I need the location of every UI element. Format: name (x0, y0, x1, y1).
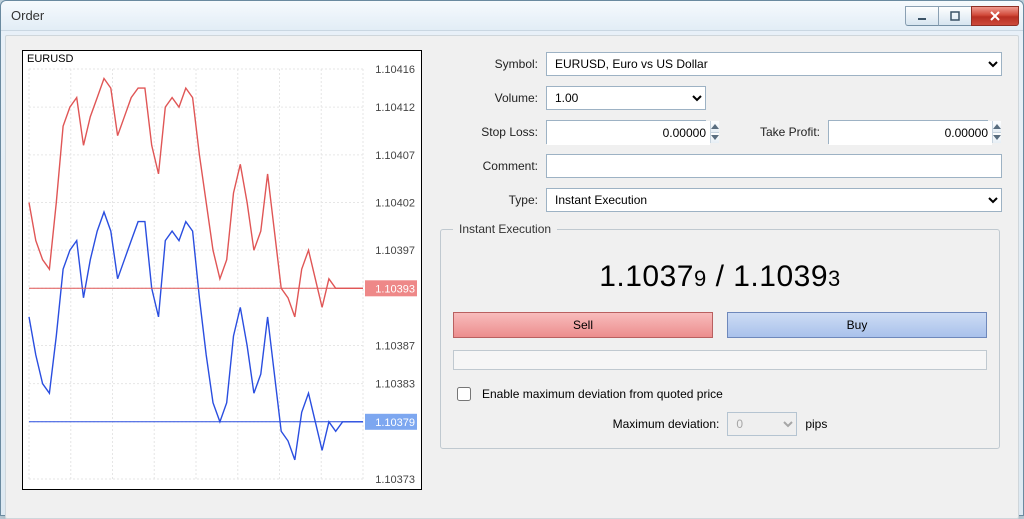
window-controls (906, 6, 1019, 26)
takeprofit-label: Take Profit: (730, 125, 820, 139)
type-select[interactable]: Instant Execution (546, 188, 1002, 212)
pips-label: pips (805, 417, 827, 431)
symbol-label: Symbol: (438, 57, 538, 71)
bid-price-big: 1.1037 (599, 260, 694, 293)
ask-price-big: 1.1039 (733, 260, 828, 293)
order-form: Symbol: EURUSD, Euro vs US Dollar Volume… (438, 50, 1002, 508)
order-window: Order EURUSD 1.10416 1.10412 1.10407 1.1040… (0, 0, 1024, 516)
enable-deviation-checkbox[interactable] (457, 387, 471, 401)
quote-display: 1.10379 / 1.10393 (453, 246, 987, 312)
volume-label: Volume: (438, 91, 538, 105)
titlebar: Order (1, 1, 1023, 31)
takeprofit-stepper[interactable] (992, 121, 1001, 143)
chevron-down-icon[interactable] (993, 133, 1001, 144)
chevron-up-icon[interactable] (993, 121, 1001, 133)
close-button[interactable] (971, 6, 1019, 26)
svg-text:1.10379: 1.10379 (375, 417, 415, 429)
stoploss-stepper[interactable] (710, 121, 719, 143)
chevron-down-icon[interactable] (711, 133, 719, 144)
enable-deviation-label: Enable maximum deviation from quoted pri… (482, 387, 723, 401)
svg-text:1.10402: 1.10402 (375, 197, 415, 209)
max-deviation-label: Maximum deviation: (613, 417, 720, 431)
price-chart: EURUSD 1.10416 1.10412 1.10407 1.10402 1.103… (22, 50, 422, 490)
instant-execution-group: Instant Execution 1.10379 / 1.10393 Sell… (440, 222, 1000, 449)
svg-text:1.10416: 1.10416 (375, 64, 415, 76)
chart-canvas: 1.10416 1.10412 1.10407 1.10402 1.10397 1.103… (23, 51, 421, 489)
takeprofit-input[interactable] (829, 121, 992, 145)
content: EURUSD 1.10416 1.10412 1.10407 1.10402 1.103… (5, 35, 1019, 519)
maximize-button[interactable] (938, 6, 972, 26)
svg-text:1.10383: 1.10383 (375, 379, 415, 391)
minimize-button[interactable] (905, 6, 939, 26)
symbol-select[interactable]: EURUSD, Euro vs US Dollar (546, 52, 1002, 76)
ask-price-small: 3 (828, 266, 841, 291)
svg-text:1.10412: 1.10412 (375, 102, 415, 114)
svg-text:1.10407: 1.10407 (375, 150, 415, 162)
chevron-up-icon[interactable] (711, 121, 719, 133)
svg-text:1.10393: 1.10393 (375, 283, 415, 295)
svg-text:1.10373: 1.10373 (375, 474, 415, 486)
sell-button[interactable]: Sell (453, 312, 713, 338)
takeprofit-input-wrap (828, 120, 988, 144)
exec-legend: Instant Execution (453, 222, 557, 236)
volume-select[interactable]: 1.00 (546, 86, 706, 110)
stoploss-input[interactable] (547, 121, 710, 145)
svg-text:1.10387: 1.10387 (375, 341, 415, 353)
status-bar (453, 350, 987, 370)
max-deviation-select[interactable]: 0 (727, 412, 797, 436)
stoploss-label: Stop Loss: (438, 125, 538, 139)
buy-button[interactable]: Buy (727, 312, 987, 338)
svg-text:1.10397: 1.10397 (375, 245, 415, 257)
quote-sep: / (707, 260, 734, 293)
bid-price-small: 9 (694, 266, 707, 291)
comment-label: Comment: (438, 159, 538, 173)
comment-input[interactable] (546, 154, 1002, 178)
stoploss-input-wrap (546, 120, 706, 144)
type-label: Type: (438, 193, 538, 207)
chart-symbol-label: EURUSD (27, 53, 73, 65)
window-title: Order (11, 8, 44, 23)
